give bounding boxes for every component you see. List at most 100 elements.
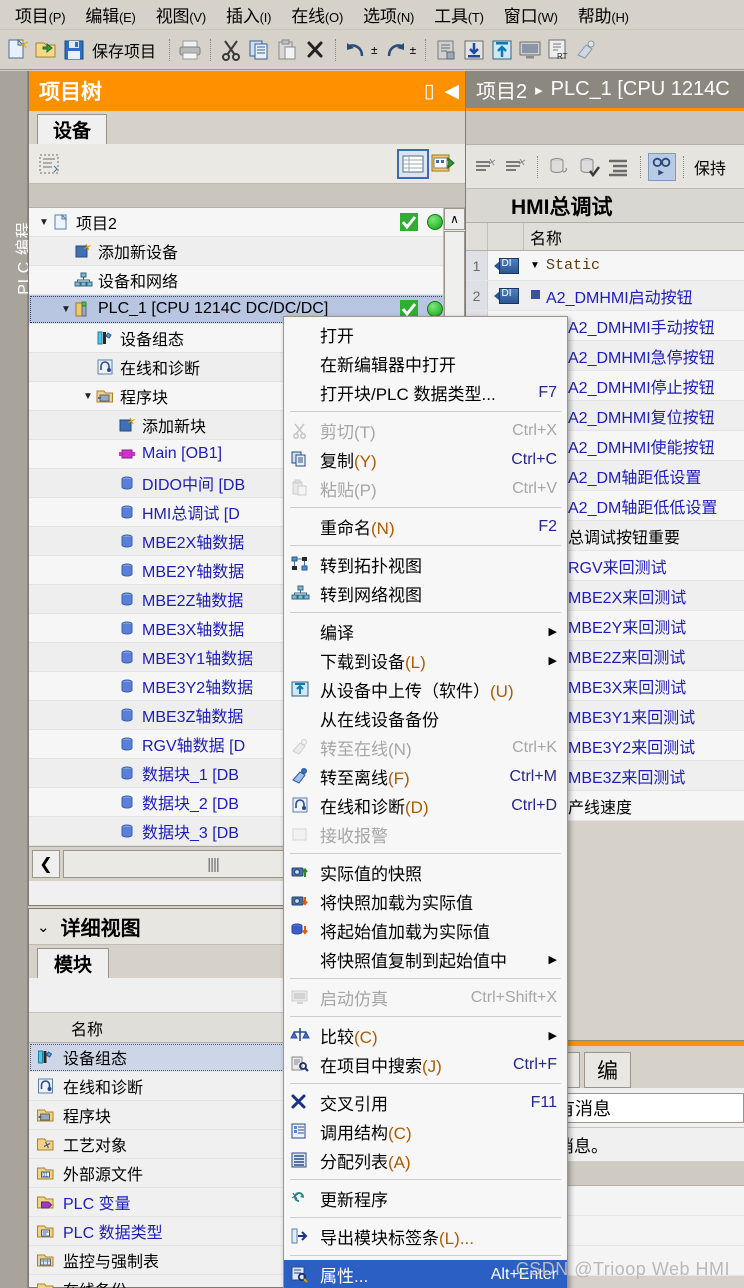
context-menu-item[interactable]: 转到拓扑视图 <box>284 550 567 579</box>
expander-icon[interactable]: ▼ <box>524 260 546 271</box>
context-menu-item[interactable]: 交叉引用 F11 <box>284 1088 567 1117</box>
context-menu-item[interactable]: 实际值的快照 <box>284 858 567 887</box>
expander-icon[interactable]: ▼ <box>37 217 51 228</box>
context-menu-item[interactable]: 调用结构(C) <box>284 1117 567 1146</box>
program-blocks-icon <box>35 1106 56 1124</box>
context-menu-item[interactable]: 将起始值加载为实际值 <box>284 916 567 945</box>
col-type <box>488 223 524 250</box>
context-menu-item[interactable]: 在线和诊断(D) Ctrl+D <box>284 791 567 820</box>
db-accept-icon[interactable] <box>575 153 603 181</box>
context-menu-item[interactable]: 打开块/PLC 数据类型... F7 <box>284 378 567 407</box>
context-menu-item-shortcut: Ctrl+Shift+X <box>470 988 557 1006</box>
context-menu-item[interactable]: 导出模块标签条(L)... <box>284 1222 567 1251</box>
context-menu[interactable]: 打开 在新编辑器中打开 打开块/PLC 数据类型... F7 剪切(T) Ctrl+X 复制… <box>283 316 568 1288</box>
expand-all-icon[interactable] <box>605 153 633 181</box>
context-menu-item-label: 打开 <box>320 327 354 346</box>
paste-icon[interactable] <box>274 37 300 63</box>
start-rt-icon[interactable]: RT <box>545 37 571 63</box>
context-menu-item[interactable]: 从在线设备备份 <box>284 704 567 733</box>
redo-icon[interactable] <box>382 37 408 63</box>
redo-dropdown-arrow[interactable]: ± <box>410 43 417 57</box>
context-menu-item[interactable]: 将快照加载为实际值 <box>284 887 567 916</box>
insert-row-below-icon[interactable] <box>502 153 530 181</box>
menu-item-5[interactable]: 在线(O) <box>282 0 354 29</box>
context-menu-item[interactable]: 复制(Y) Ctrl+C <box>284 445 567 474</box>
pin-icon[interactable]: ▯ <box>424 80 434 103</box>
breadcrumb-item-plc[interactable]: PLC_1 [CPU 1214C <box>551 78 730 101</box>
menu-item-7[interactable]: 工具(T) <box>425 0 495 29</box>
context-menu-item[interactable]: 比较(C) ▶ <box>284 1021 567 1050</box>
menu-item-4[interactable]: 插入(I) <box>217 0 282 29</box>
list-view-icon[interactable] <box>397 148 429 179</box>
menu-item-6[interactable]: 选项(N) <box>354 0 425 29</box>
tree-item[interactable]: 设备和网络 <box>29 266 465 295</box>
table-row[interactable]: 2 DI A2_DMHMI启动按钮 <box>466 281 744 311</box>
undo-icon[interactable] <box>343 37 369 63</box>
context-menu-item[interactable]: 从设备中上传（软件）(U) <box>284 675 567 704</box>
simulation-icon[interactable] <box>517 37 543 63</box>
submenu-arrow-icon: ▶ <box>548 626 557 638</box>
breadcrumb-item-project[interactable]: 项目2 <box>476 75 527 104</box>
go-online-icon[interactable] <box>573 37 599 63</box>
tree-item[interactable]: ▼ 项目2 <box>29 208 465 237</box>
filter-icon[interactable] <box>35 149 65 179</box>
context-menu-item[interactable]: 编译 ▶ <box>284 617 567 646</box>
new-project-icon[interactable] <box>5 37 31 63</box>
context-menu-item[interactable]: 在新编辑器中打开 <box>284 349 567 378</box>
print-icon[interactable] <box>177 37 203 63</box>
context-menu-item-shortcut: Ctrl+V <box>512 479 557 497</box>
menu-item-1[interactable]: 项目(P) <box>6 0 76 29</box>
tab-compile[interactable]: 编 <box>584 1052 631 1088</box>
context-menu-item[interactable]: 打开 <box>284 320 567 349</box>
save-icon[interactable] <box>61 37 87 63</box>
expander-icon[interactable]: ▼ <box>81 391 95 402</box>
undo-dropdown-arrow[interactable]: ± <box>371 43 378 57</box>
db-snapshot-icon[interactable] <box>545 153 573 181</box>
tab-modules[interactable]: 模块 <box>37 948 110 978</box>
compile-icon[interactable] <box>433 37 459 63</box>
row-name: MBE3Y2来回测试 <box>568 739 696 757</box>
context-menu-item[interactable]: 分配列表(A) <box>284 1146 567 1175</box>
save-project-label[interactable]: 保存项目 <box>89 38 162 62</box>
row-name: Static <box>546 257 601 274</box>
context-menu-item[interactable]: 更新程序 <box>284 1184 567 1213</box>
menu-item-2[interactable]: 编辑(E) <box>76 0 146 29</box>
menu-separator <box>290 545 561 546</box>
db-block-icon <box>117 648 137 666</box>
upload-icon[interactable] <box>489 37 515 63</box>
menu-item-no-icon <box>290 383 314 403</box>
tab-devices[interactable]: 设备 <box>37 114 108 144</box>
row-name: MBE2Z来回测试 <box>568 649 686 667</box>
monitor-icon[interactable] <box>648 152 676 181</box>
retain-label[interactable]: 保持 <box>691 155 732 179</box>
collapse-left-icon[interactable]: ◀ <box>444 80 459 103</box>
menu-item-9[interactable]: 帮助(H) <box>569 0 640 29</box>
project-tree-title: 项目树 <box>39 81 102 104</box>
context-menu-item[interactable]: 将快照值复制到起始值中 ▶ <box>284 945 567 974</box>
list-item-label: 在线和诊断 <box>63 1080 144 1097</box>
context-menu-item[interactable]: 转到网络视图 <box>284 579 567 608</box>
expander-icon[interactable]: ▼ <box>59 304 73 315</box>
cut-icon[interactable] <box>218 37 244 63</box>
open-project-icon[interactable] <box>33 37 59 63</box>
context-menu-item-label: 剪切(T) <box>320 423 376 442</box>
context-menu-item[interactable]: 下载到设备(L) ▶ <box>284 646 567 675</box>
detail-view-icon[interactable] <box>429 149 459 179</box>
menu-item-3[interactable]: 视图(V) <box>147 0 217 29</box>
db-block-icon <box>117 561 137 579</box>
snapshot-down-icon <box>290 892 314 912</box>
menu-item-8[interactable]: 窗口(W) <box>495 0 569 29</box>
table-row[interactable]: 1 DI ▼ Static <box>466 251 744 281</box>
context-menu-item[interactable]: 在项目中搜索(J) Ctrl+F <box>284 1050 567 1079</box>
copy-icon[interactable] <box>246 37 272 63</box>
tree-item[interactable]: 添加新设备 <box>29 237 465 266</box>
insert-row-icon[interactable] <box>472 153 500 181</box>
chevron-down-icon[interactable]: ⌄ <box>37 918 50 936</box>
scroll-up-icon[interactable]: ∧ <box>444 208 465 230</box>
download-icon[interactable] <box>461 37 487 63</box>
delete-icon[interactable] <box>302 37 328 63</box>
breadcrumb: 项目2 ▸ PLC_1 [CPU 1214C <box>466 71 744 111</box>
scroll-left-icon[interactable]: ❮ <box>32 850 60 878</box>
context-menu-item[interactable]: 转至离线(F) Ctrl+M <box>284 762 567 791</box>
context-menu-item[interactable]: 重命名(N) F2 <box>284 512 567 541</box>
